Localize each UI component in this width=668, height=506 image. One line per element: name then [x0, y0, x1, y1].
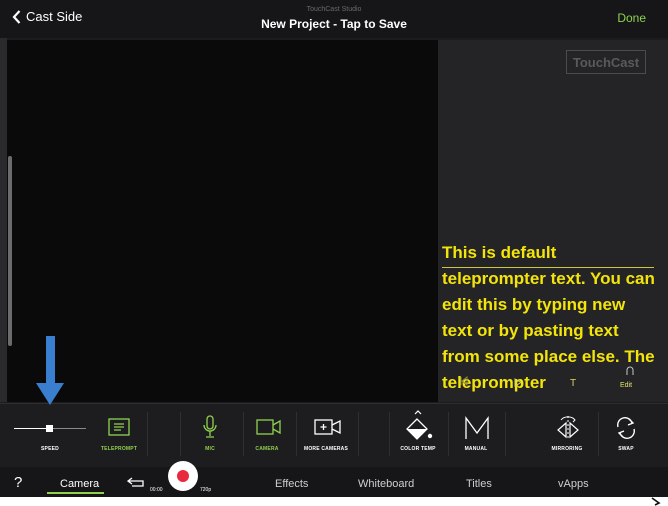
studio-label: TouchCast Studio	[306, 6, 362, 13]
manual-icon	[465, 416, 489, 439]
camera-preview	[7, 40, 438, 402]
speed-thumb[interactable]	[46, 425, 53, 432]
video-camera-icon	[256, 419, 281, 435]
resolution-label: 720p	[200, 487, 212, 493]
tab-titles[interactable]: Titles	[466, 478, 492, 490]
scrollbar[interactable]	[8, 156, 12, 346]
record-timer: 00:00	[150, 487, 163, 493]
teleprompt-icon	[108, 418, 130, 436]
touchcast-app: Cast Side TouchCast Studio New Project -…	[0, 0, 668, 497]
done-button[interactable]: Done	[617, 11, 646, 25]
help-icon[interactable]: ?	[14, 474, 22, 491]
arrow-head	[36, 383, 64, 405]
cursor-mark-icon	[651, 497, 661, 506]
project-title[interactable]: New Project - Tap to Save	[0, 17, 668, 31]
color-temp-icon	[406, 410, 433, 440]
text-size-icon[interactable]: T	[570, 378, 576, 389]
tab-camera[interactable]: Camera	[60, 478, 99, 490]
tab-vapps[interactable]: vApps	[558, 478, 589, 490]
skip-back-icon[interactable]	[459, 376, 469, 386]
teleprompt-label: TELEPROMPT	[100, 446, 138, 452]
mirroring-icon	[557, 416, 579, 440]
speed-track-fill	[14, 428, 50, 429]
add-camera-icon	[314, 419, 341, 435]
record-icon	[177, 470, 189, 482]
speed-slider[interactable]	[14, 424, 86, 434]
manual-label: MANUAL	[464, 446, 488, 452]
more-cameras-label: MORE CAMERAS	[303, 446, 349, 452]
speed-label: SPEED	[41, 446, 59, 452]
toolbar-divider	[505, 412, 506, 456]
tab-effects[interactable]: Effects	[275, 478, 308, 490]
tab-whiteboard[interactable]: Whiteboard	[358, 478, 414, 490]
swap-icon	[617, 417, 635, 439]
teleprompter-text: This is default teleprompter text. You c…	[442, 243, 655, 392]
play-icon[interactable]	[514, 378, 522, 387]
drag-handle-icon[interactable]	[625, 366, 635, 376]
touchcast-logo: TouchCast	[566, 50, 646, 74]
record-button[interactable]	[168, 461, 198, 491]
edit-button[interactable]: Edit	[620, 382, 632, 389]
undo-icon[interactable]	[126, 476, 146, 488]
toolbar-divider	[358, 412, 359, 456]
left-panel-edge	[0, 38, 7, 402]
arrow-shaft	[46, 336, 55, 384]
active-tab-underline	[47, 492, 104, 494]
teleprompter[interactable]: This is default teleprompter text. You c…	[442, 240, 662, 402]
swap-label: SWAP	[618, 446, 634, 452]
microphone-icon	[203, 415, 217, 438]
